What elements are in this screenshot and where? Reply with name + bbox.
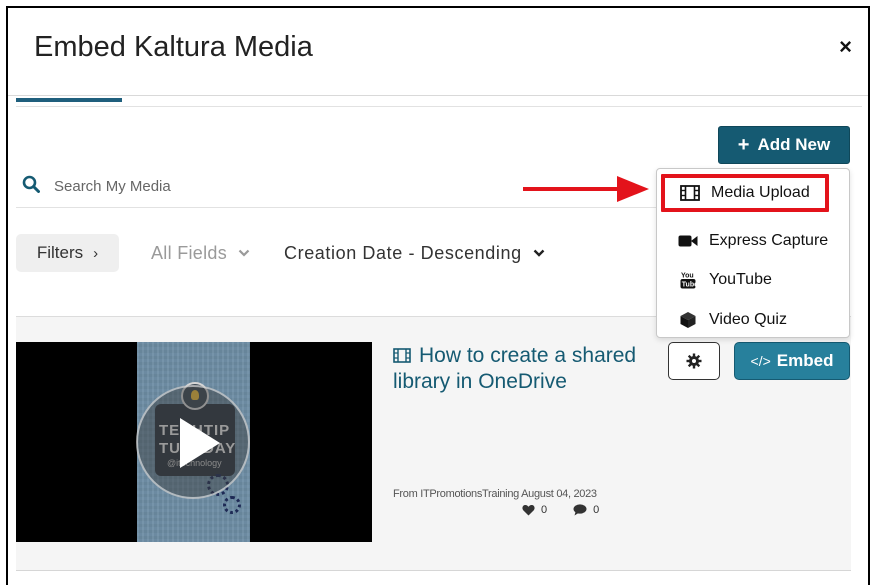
comments-count: 0	[593, 504, 600, 516]
film-icon	[393, 348, 411, 363]
gear-icon	[223, 496, 241, 514]
fields-dropdown[interactable]: All Fields	[151, 243, 250, 264]
media-stats: 0 0	[522, 504, 599, 516]
chevron-right-icon: ›	[93, 244, 99, 262]
settings-button[interactable]	[668, 342, 720, 380]
dialog-header: Embed Kaltura Media ×	[8, 8, 868, 96]
add-new-label: Add New	[757, 135, 831, 154]
sort-label: Creation Date - Descending	[284, 243, 522, 263]
plus-icon: +	[737, 133, 750, 156]
chevron-down-icon	[533, 249, 545, 257]
filters-label: Filters	[36, 243, 84, 262]
red-arrow-annotation	[523, 176, 649, 202]
active-tab-indicator	[16, 98, 122, 102]
media-entry-title[interactable]: How to create a shared library in OneDri…	[393, 343, 643, 395]
gear-icon	[686, 353, 702, 369]
film-icon	[679, 184, 701, 202]
likes-count: 0	[541, 504, 548, 516]
chevron-down-icon	[239, 249, 250, 257]
menu-item-label: YouTube	[709, 271, 772, 288]
svg-text:Tube: Tube	[682, 282, 696, 289]
search-icon[interactable]	[22, 175, 40, 193]
svg-text:You: You	[681, 273, 694, 280]
media-title-text: How to create a shared library in OneDri…	[393, 344, 637, 393]
play-icon[interactable]	[136, 385, 250, 499]
heart-icon	[522, 504, 535, 516]
menu-item-label: Express Capture	[709, 232, 829, 249]
close-icon[interactable]: ×	[839, 34, 852, 60]
menu-item-label: Video Quiz	[709, 311, 787, 328]
comment-icon	[573, 504, 587, 516]
tab-divider	[16, 106, 862, 107]
youtube-icon: You Tube	[677, 271, 699, 289]
embed-button[interactable]: </> Embed	[734, 342, 850, 380]
menu-item-youtube[interactable]: You Tube YouTube	[657, 262, 849, 298]
filters-button[interactable]: Filters ›	[16, 234, 119, 272]
menu-item-video-quiz[interactable]: Video Quiz	[657, 302, 849, 338]
video-camera-icon	[677, 232, 699, 250]
add-new-button[interactable]: + Add New	[718, 126, 850, 164]
sort-dropdown[interactable]: Creation Date - Descending	[284, 243, 545, 264]
menu-item-express-capture[interactable]: Express Capture	[657, 223, 849, 259]
list-divider	[16, 570, 851, 571]
media-meta: From ITPromotionsTraining August 04, 202…	[393, 488, 597, 500]
menu-item-label: Media Upload	[711, 184, 810, 201]
fields-label: All Fields	[151, 243, 228, 263]
cube-icon	[677, 311, 699, 329]
menu-item-media-upload[interactable]: Media Upload	[661, 174, 829, 212]
embed-label: Embed	[776, 351, 834, 370]
add-new-menu: Media Upload Express Capture You Tube Yo…	[656, 168, 850, 338]
media-thumbnail[interactable]: TECHTIP TUESDAY @itechnology	[16, 342, 372, 542]
dialog-title: Embed Kaltura Media	[34, 31, 313, 63]
code-icon: </>	[750, 353, 771, 369]
